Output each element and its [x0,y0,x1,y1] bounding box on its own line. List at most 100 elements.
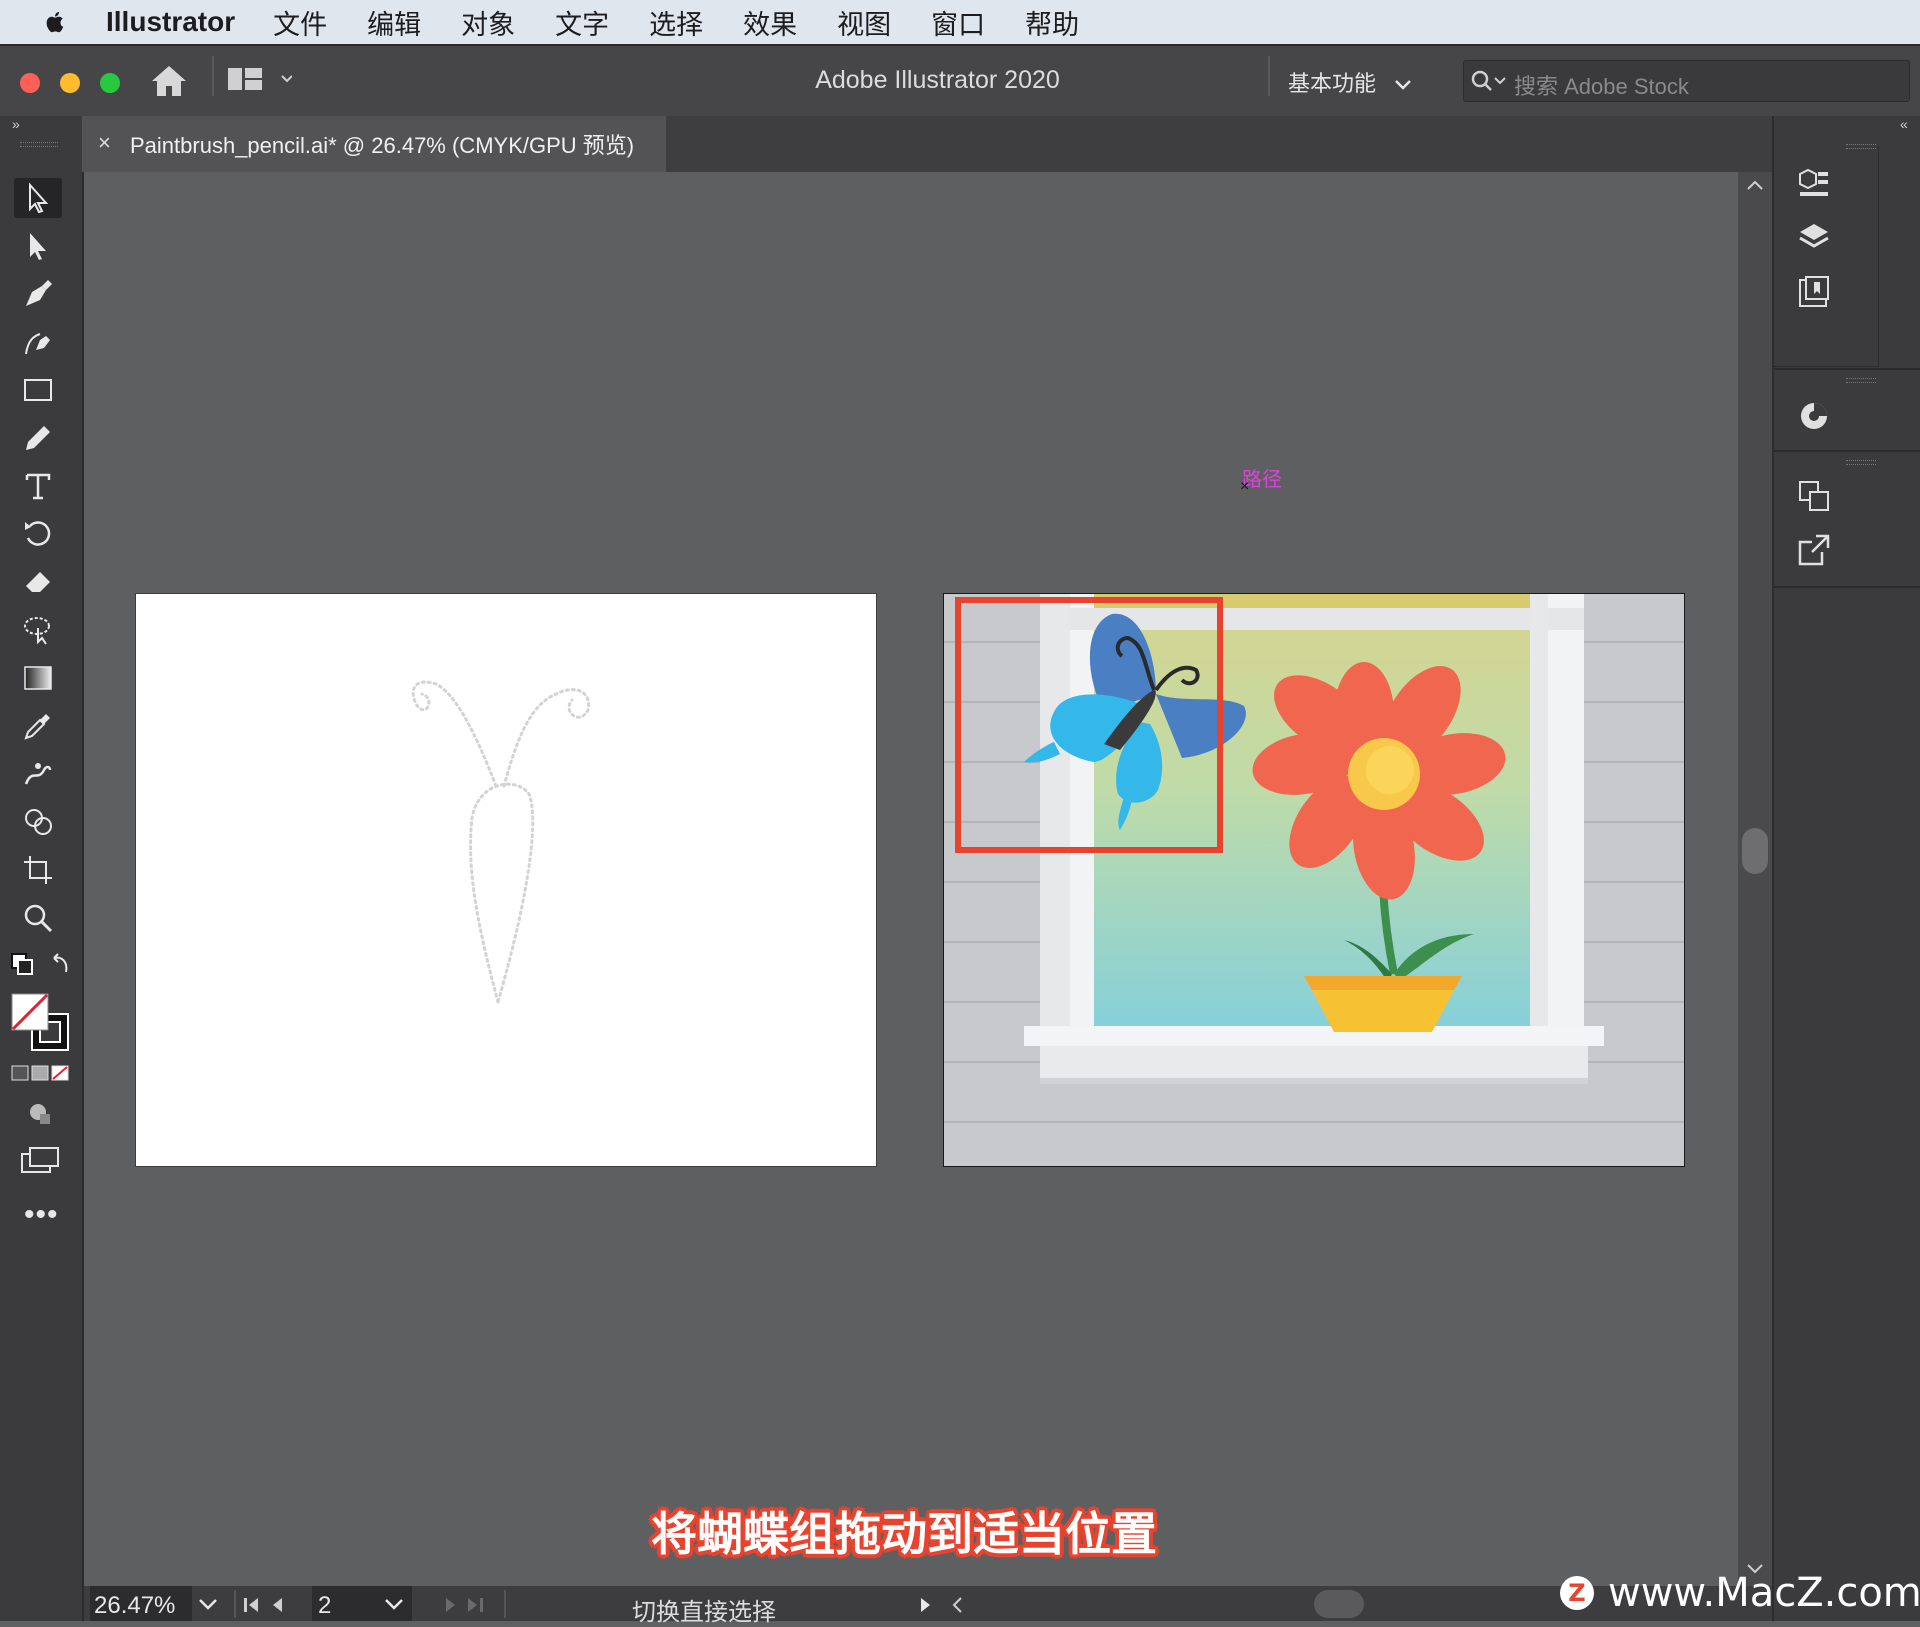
fill-none-icon [11,993,69,1051]
status-text: 切换直接选择 [632,1599,776,1626]
close-tab-icon[interactable]: × [98,130,111,156]
divider [234,1590,236,1618]
menu-edit[interactable]: 编辑 [367,3,421,42]
scroll-thumb[interactable] [1742,828,1768,874]
menu-file[interactable]: 文件 [273,3,327,42]
zoom-dropdown-icon[interactable] [196,1596,220,1612]
eyedropper-tool[interactable] [14,706,62,746]
document-tab-bar: × Paintbrush_pencil.ai* @ 26.47% (CMYK/G… [82,116,1772,172]
color-mode-buttons[interactable] [10,1064,72,1082]
puppet-warp-tool-icon [24,763,52,785]
panel-grip[interactable] [1846,460,1876,465]
rotate-tool[interactable] [14,514,62,554]
app-menu-illustrator[interactable]: Illustrator [106,6,235,38]
divider [504,1590,506,1618]
document-tab[interactable]: × Paintbrush_pencil.ai* @ 26.47% (CMYK/G… [82,116,666,172]
export-panel-button[interactable] [1794,530,1834,570]
toolbar-grip[interactable] [20,142,58,147]
transform-panel-icon [1799,481,1829,511]
menu-view[interactable]: 视图 [837,3,891,42]
horizontal-scroll-thumb[interactable] [1314,1590,1364,1618]
libraries-panel-icon [1799,276,1829,307]
apple-icon[interactable] [44,10,64,34]
scroll-left-icon[interactable] [950,1596,964,1614]
artboard-next-last-icons[interactable] [442,1596,486,1614]
panel-grip[interactable] [1846,378,1876,383]
rotate-tool-icon [25,521,51,546]
chevron-down-icon [1395,80,1412,90]
cursor-marker: × [1240,478,1250,495]
status-bar: 26.47% 2 切换直接选择 [84,1586,1772,1626]
curvature-tool[interactable] [14,322,62,362]
properties-panel-icon [1799,168,1828,196]
gradient-tool[interactable] [14,658,62,698]
application-bar: Adobe Illustrator 2020 基本功能 搜索 Adobe Sto… [0,44,1920,118]
rectangle-tool[interactable] [14,370,62,410]
workspace-switcher[interactable]: 基本功能 [1288,66,1414,98]
layers-panel-icon [1799,224,1829,248]
pencil-tool[interactable] [14,418,62,458]
properties-panel-button[interactable] [1794,164,1834,204]
pen-tool[interactable] [14,274,62,314]
eraser-tool[interactable] [14,562,62,602]
eraser-tool-icon [26,572,50,592]
workspace-label: 基本功能 [1288,71,1377,96]
artboard-2[interactable] [943,593,1685,1167]
panel-divider [1774,450,1920,452]
artboard-tool-icon [24,856,52,884]
menu-object[interactable]: 对象 [461,3,515,42]
zoom-tool[interactable] [14,898,62,938]
stock-search-field[interactable]: 搜索 Adobe Stock [1463,60,1910,102]
lasso-tool[interactable] [14,610,62,650]
artboard-1[interactable] [135,593,877,1167]
shape-builder-tool-icon [25,809,52,835]
menu-effect[interactable]: 效果 [743,3,797,42]
site-watermark: Z www.MacZ.com [1560,1570,1920,1616]
scroll-up-icon[interactable] [1745,178,1765,192]
macz-logo-icon: Z [1560,1576,1594,1610]
pen-tool-icon [26,280,52,306]
swap-fill-stroke-icon[interactable] [10,952,74,978]
export-panel-icon [1798,534,1830,566]
panel-grip[interactable] [1846,144,1876,149]
color-panel-button[interactable] [1794,396,1834,436]
divider [1268,56,1270,96]
zoom-field[interactable]: 26.47% [90,1586,192,1621]
panel-divider [1774,368,1920,370]
menu-bar: Illustrator 文件 编辑 对象 文字 选择 效果 视图 窗口 帮助 [0,0,1920,44]
artboard-first-prev-icons[interactable] [242,1596,306,1614]
window-flower-scene[interactable] [944,594,1684,1166]
menu-select[interactable]: 选择 [649,3,703,42]
panel-divider [1774,586,1920,588]
vertical-scrollbar[interactable] [1738,172,1772,1586]
zoom-value: 26.47% [94,1592,176,1619]
artboard-tool[interactable] [14,850,62,890]
butterfly-body-path[interactable] [136,594,876,1166]
watermark-text: www.MacZ.com [1608,1570,1920,1616]
status-menu-arrow-icon[interactable] [918,1596,932,1614]
artboard-number-field[interactable]: 2 [312,1586,374,1621]
libraries-panel-button[interactable] [1794,272,1834,312]
artboard-number: 2 [318,1592,332,1619]
layers-panel-button[interactable] [1794,218,1834,258]
draw-mode-icon[interactable] [26,1100,56,1130]
collapse-panels-icon[interactable]: « [1900,116,1908,132]
collapse-toolbar-icon[interactable]: » [12,116,20,132]
menu-type[interactable]: 文字 [555,3,609,42]
selection-tool[interactable] [14,178,62,218]
rectangle-tool-icon [24,379,52,401]
type-tool-icon [25,473,51,500]
puppet-warp-tool[interactable] [14,754,62,794]
menu-window[interactable]: 窗口 [931,3,985,42]
more-tools-icon[interactable]: ••• [24,1198,59,1232]
curvature-tool-icon [25,333,50,355]
fill-stroke-swatches[interactable] [10,992,72,1057]
artboard-dropdown[interactable] [374,1586,412,1621]
screen-mode-icon[interactable] [20,1146,60,1176]
direct-selection-tool[interactable] [14,226,62,266]
transform-panel-button[interactable] [1794,476,1834,516]
type-tool[interactable] [14,466,62,506]
tutorial-caption: 将蝴蝶组拖动到适当位置 [651,1507,1157,1561]
menu-help[interactable]: 帮助 [1025,3,1079,42]
shape-builder-tool[interactable] [14,802,62,842]
